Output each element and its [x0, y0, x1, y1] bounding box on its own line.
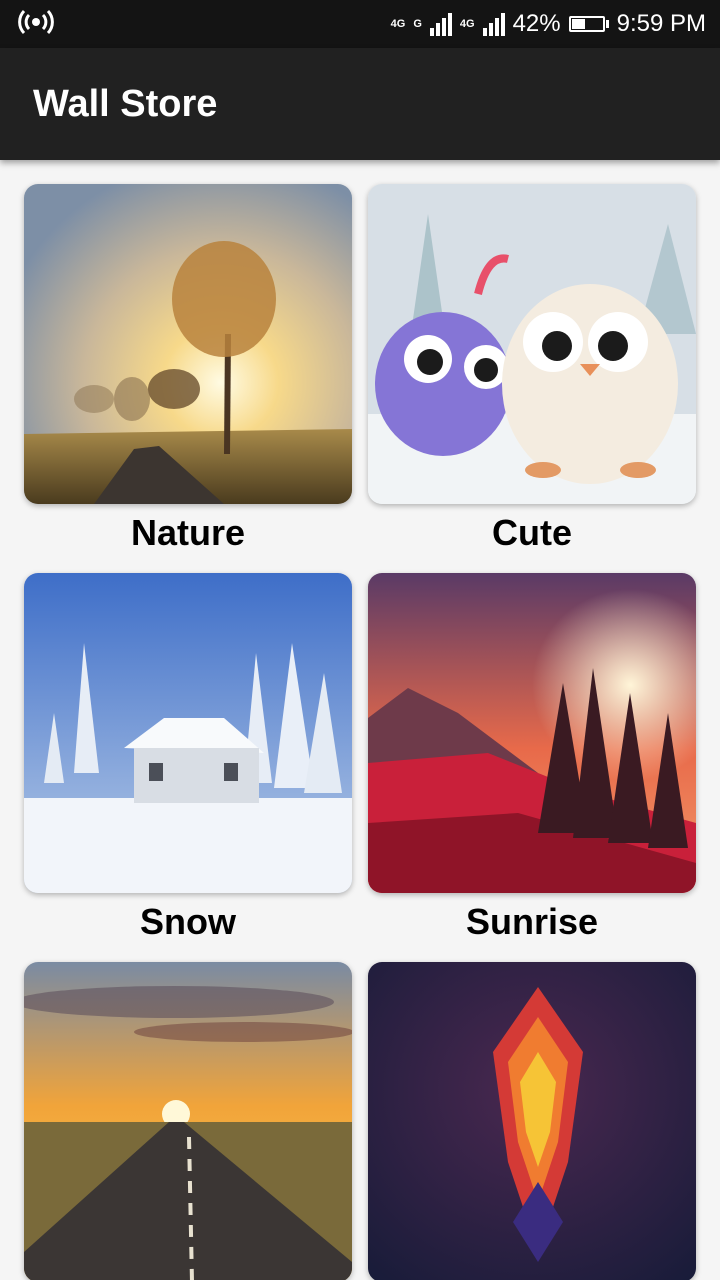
cute-thumbnail[interactable]	[368, 184, 696, 504]
clock: 9:59 PM	[616, 10, 706, 37]
category-card-6[interactable]	[360, 962, 704, 1280]
network-type-1: 4G	[390, 17, 406, 30]
snow-thumbnail[interactable]	[24, 573, 352, 893]
status-indicators: 4G G 4G 42% 9:59 PM	[391, 10, 706, 38]
network-type-2: 4G	[459, 17, 475, 30]
category-label: Cute	[492, 512, 572, 553]
signal-strength-icon	[429, 12, 452, 36]
abstract-thumbnail[interactable]	[368, 962, 696, 1280]
category-card-sunrise[interactable]: Sunrise	[360, 573, 704, 946]
category-label: Sunrise	[465, 901, 599, 942]
sunrise-thumbnail[interactable]	[368, 573, 696, 893]
category-card-5[interactable]	[16, 962, 360, 1280]
signal-strength-icon-2	[482, 12, 505, 36]
nature-thumbnail[interactable]	[24, 184, 352, 504]
category-card-snow[interactable]: Snow	[16, 573, 360, 946]
status-bar: 4G G 4G 42% 9:59 PM	[0, 0, 720, 48]
network-type-sub: G	[413, 17, 422, 30]
battery-percent: 42%	[512, 10, 561, 37]
category-card-cute[interactable]: Cute	[360, 184, 704, 557]
wifi-hotspot-icon	[18, 9, 54, 40]
road-sunset-thumbnail[interactable]	[24, 962, 352, 1280]
battery-icon	[568, 16, 609, 32]
app-title: Wall Store	[33, 82, 218, 125]
category-card-nature[interactable]: Nature	[16, 184, 360, 557]
app-bar: Wall Store	[0, 48, 720, 160]
category-grid[interactable]: Nature Cute Snow Sunrise	[0, 160, 720, 1280]
category-label: Nature	[130, 512, 246, 553]
category-label: Snow	[140, 901, 236, 942]
